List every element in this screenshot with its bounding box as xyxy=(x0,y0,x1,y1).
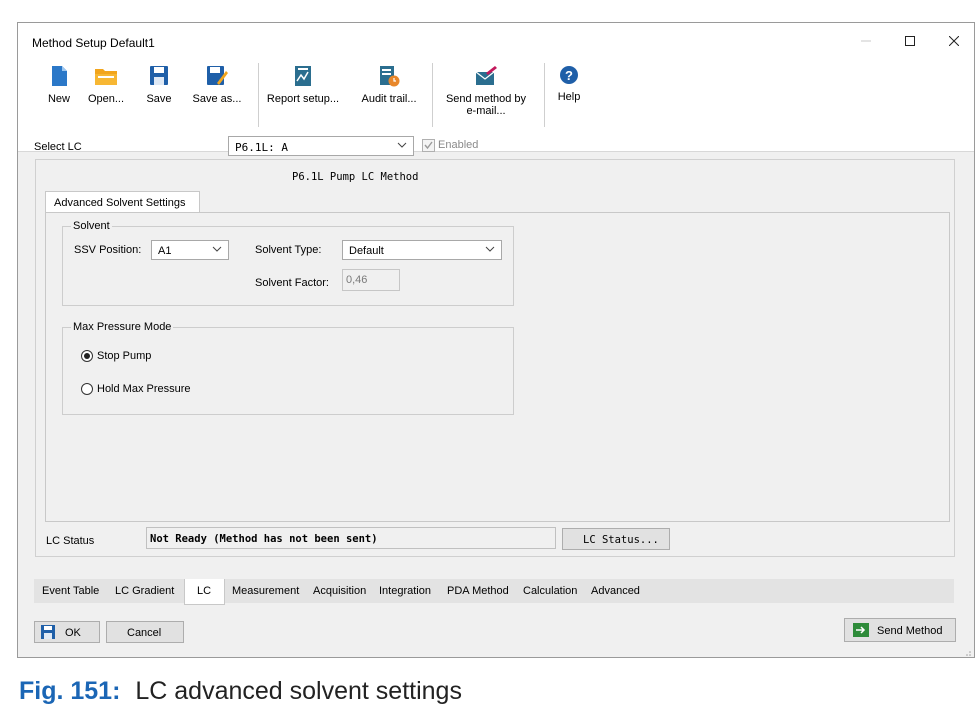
hold-max-pressure-radio[interactable] xyxy=(81,383,93,395)
send-method-label: Send Method xyxy=(877,625,943,637)
tab-measurement[interactable]: Measurement xyxy=(232,585,299,597)
save-as-label: Save as... xyxy=(192,93,242,105)
maximize-icon xyxy=(905,36,915,46)
save-as-icon xyxy=(207,66,228,85)
tab-calculation[interactable]: Calculation xyxy=(523,585,577,597)
tab-advanced[interactable]: Advanced xyxy=(591,585,640,597)
enabled-checkbox[interactable] xyxy=(422,139,435,152)
new-file-icon xyxy=(52,66,67,86)
minimize-icon xyxy=(861,40,871,42)
tab-integration[interactable]: Integration xyxy=(379,585,431,597)
tab-advanced-solvent-settings-label: Advanced Solvent Settings xyxy=(54,197,186,209)
resize-grip-icon[interactable] xyxy=(962,647,972,657)
chevron-down-icon xyxy=(397,142,407,148)
close-icon xyxy=(949,36,959,46)
tab-event-table[interactable]: Event Table xyxy=(42,585,99,597)
solvent-type-label: Solvent Type: xyxy=(255,244,322,256)
figure-number: Fig. 151: xyxy=(19,677,121,705)
select-lc-dropdown[interactable]: P6.1L: A xyxy=(228,136,414,156)
toolbar-separator xyxy=(544,63,545,127)
stop-pump-label[interactable]: Stop Pump xyxy=(97,350,151,362)
email-icon xyxy=(475,66,497,85)
ssv-position-value: A1 xyxy=(158,245,172,257)
new-button[interactable]: New xyxy=(42,65,76,125)
solvent-factor-label: Solvent Factor: xyxy=(255,277,329,289)
ssv-position-dropdown[interactable]: A1 xyxy=(151,240,229,260)
solvent-group: Solvent xyxy=(62,220,514,306)
audit-trail-button[interactable]: Audit trail... xyxy=(352,65,426,125)
ok-label: OK xyxy=(65,627,81,639)
tab-advanced-solvent-settings[interactable]: Advanced Solvent Settings xyxy=(45,191,200,213)
lc-status-button-label: LC Status... xyxy=(583,534,659,546)
chevron-down-icon xyxy=(212,246,222,252)
lc-status-button[interactable]: LC Status... xyxy=(562,528,670,550)
tab-lc-gradient[interactable]: LC Gradient xyxy=(115,585,174,597)
close-button[interactable] xyxy=(932,23,976,59)
cancel-button[interactable]: Cancel xyxy=(106,621,184,643)
save-as-button[interactable]: Save as... xyxy=(192,65,242,125)
audit-trail-icon xyxy=(380,66,400,87)
floppy-disk-icon xyxy=(150,66,168,85)
stop-pump-radio[interactable] xyxy=(81,350,93,362)
method-title: P6.1L Pump LC Method xyxy=(292,171,419,183)
new-label: New xyxy=(47,93,70,105)
audit-trail-label: Audit trail... xyxy=(361,93,417,105)
solvent-type-dropdown[interactable]: Default xyxy=(342,240,502,260)
select-lc-value: P6.1L: A xyxy=(235,141,288,154)
figure-caption-text: LC advanced solvent settings xyxy=(135,677,462,705)
tab-acquisition[interactable]: Acquisition xyxy=(313,585,366,597)
maximize-button[interactable] xyxy=(888,23,932,59)
lc-status-field: Not Ready (Method has not been sent) xyxy=(146,527,556,549)
chevron-down-icon xyxy=(485,246,495,252)
report-setup-button[interactable]: Report setup... xyxy=(261,65,345,125)
figure-caption: Fig. 151: LC advanced solvent settings xyxy=(19,676,462,706)
ok-button[interactable]: OK xyxy=(34,621,100,643)
lc-status-label: LC Status xyxy=(46,535,95,547)
save-button[interactable]: Save xyxy=(142,65,176,125)
lc-status-value: Not Ready (Method has not been sent) xyxy=(150,533,378,545)
toolbar: New Open... Save Save as... Report setup… xyxy=(18,59,974,152)
help-icon: ? xyxy=(560,66,578,84)
solvent-type-value: Default xyxy=(349,245,384,257)
report-setup-label: Report setup... xyxy=(266,93,340,105)
folder-icon xyxy=(95,69,117,85)
open-button[interactable]: Open... xyxy=(86,65,126,125)
title-bar: Method Setup Default1 xyxy=(18,23,974,59)
toolbar-separator xyxy=(258,63,259,127)
enabled-label: Enabled xyxy=(438,139,479,151)
tab-lc-active-bg: LC xyxy=(184,579,225,605)
select-lc-label: Select LC xyxy=(34,141,82,153)
send-method-email-button[interactable]: Send method by e-mail... xyxy=(436,65,536,125)
floppy-disk-icon xyxy=(41,625,55,639)
send-arrow-icon xyxy=(853,623,869,637)
save-label: Save xyxy=(146,93,172,105)
solvent-factor-value: 0,46 xyxy=(346,274,368,286)
send-method-line2: e-mail... xyxy=(466,105,506,117)
send-method-button[interactable]: Send Method xyxy=(844,618,956,642)
ssv-position-label: SSV Position: xyxy=(74,244,142,256)
solvent-factor-field[interactable]: 0,46 xyxy=(342,269,400,291)
svg-text:?: ? xyxy=(565,68,573,83)
hold-max-pressure-label[interactable]: Hold Max Pressure xyxy=(97,383,191,395)
help-button[interactable]: ? Help xyxy=(552,65,586,125)
toolbar-separator xyxy=(432,63,433,127)
checkmark-icon xyxy=(424,141,433,150)
max-pressure-mode-group: Max Pressure Mode xyxy=(62,321,514,415)
solvent-group-label: Solvent xyxy=(71,220,112,232)
max-pressure-mode-label: Max Pressure Mode xyxy=(71,321,174,333)
tab-pda-method[interactable]: PDA Method xyxy=(447,585,509,597)
help-label: Help xyxy=(557,91,581,103)
window-title: Method Setup Default1 xyxy=(32,36,155,50)
minimize-button[interactable] xyxy=(844,23,888,59)
method-setup-window: Method Setup Default1 New Open... Save S… xyxy=(17,22,975,658)
cancel-label: Cancel xyxy=(127,627,162,639)
open-label: Open... xyxy=(87,93,125,105)
tab-lc-active-label[interactable]: LC xyxy=(197,585,211,597)
send-method-line1: Send method by xyxy=(445,93,527,105)
report-icon xyxy=(295,66,311,86)
